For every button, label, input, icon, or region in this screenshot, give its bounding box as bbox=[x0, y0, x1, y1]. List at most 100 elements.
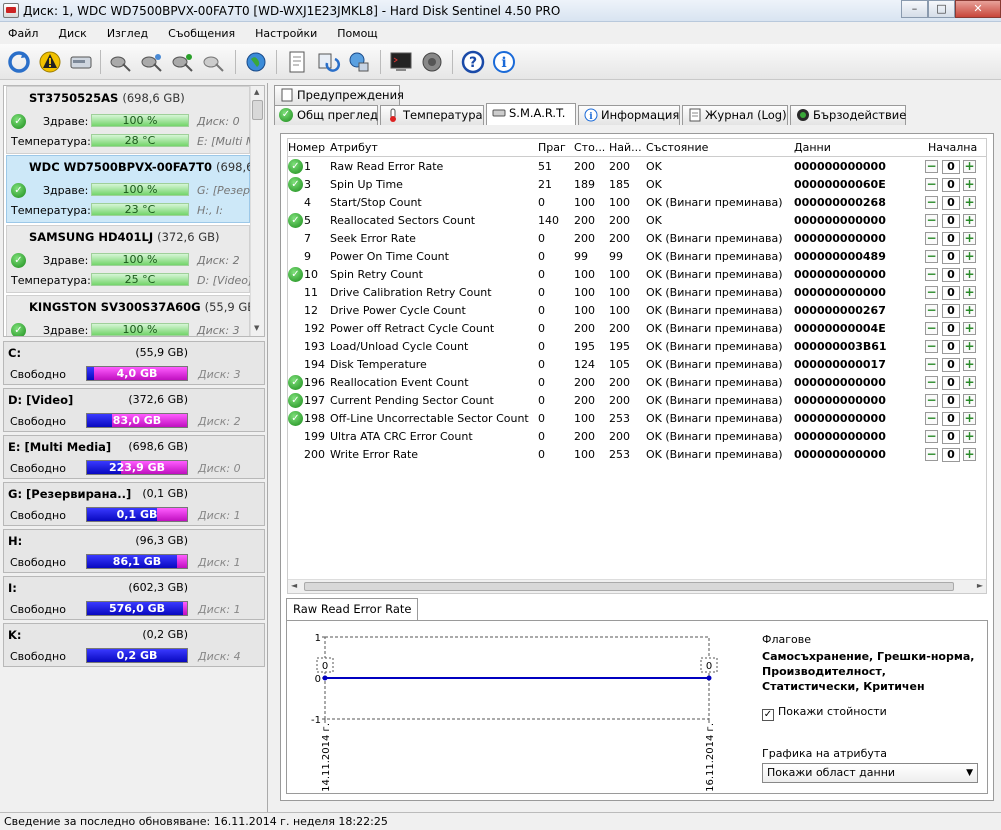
disk-list-scrollbar[interactable]: ▲ ▼ bbox=[250, 86, 264, 336]
increase-button[interactable]: + bbox=[963, 412, 976, 425]
probe-icon[interactable] bbox=[108, 49, 134, 75]
increase-button[interactable]: + bbox=[963, 250, 976, 263]
increase-button[interactable]: + bbox=[963, 196, 976, 209]
table-row[interactable]: 12 Drive Power Cycle Count 0 100 100 OK (Вина… bbox=[288, 302, 986, 320]
tab-info[interactable]: i Информация bbox=[578, 105, 680, 125]
disk-icon[interactable] bbox=[68, 49, 94, 75]
decrease-button[interactable]: − bbox=[925, 322, 938, 335]
scroll-thumb[interactable] bbox=[252, 100, 263, 120]
table-row[interactable]: 11 Drive Calibration Retry Count 0 100 100 OK… bbox=[288, 284, 986, 302]
increase-button[interactable]: + bbox=[963, 160, 976, 173]
baseline-value[interactable]: 0 bbox=[942, 304, 960, 318]
decrease-button[interactable]: − bbox=[925, 430, 938, 443]
decrease-button[interactable]: − bbox=[925, 286, 938, 299]
increase-button[interactable]: + bbox=[963, 232, 976, 245]
decrease-button[interactable]: − bbox=[925, 232, 938, 245]
disk-entry-1[interactable]: WDC WD7500BPVX-00FA7T0 (698,6 GB) ✓ Здра… bbox=[6, 155, 264, 223]
menu-file[interactable]: Файл bbox=[8, 27, 38, 40]
baseline-value[interactable]: 0 bbox=[942, 232, 960, 246]
increase-button[interactable]: + bbox=[963, 214, 976, 227]
col-header-number[interactable]: Номер bbox=[288, 141, 326, 154]
decrease-button[interactable]: − bbox=[925, 178, 938, 191]
decrease-button[interactable]: − bbox=[925, 268, 938, 281]
baseline-value[interactable]: 0 bbox=[942, 268, 960, 282]
scroll-thumb[interactable] bbox=[304, 582, 954, 591]
table-row[interactable]: ✓ 197 Current Pending Sector Count 0 200 200 O… bbox=[288, 392, 986, 410]
baseline-value[interactable]: 0 bbox=[942, 178, 960, 192]
volume-entry-1[interactable]: D: [Video] (372,6 GB) Свободно 83,0 GB Диск:… bbox=[3, 388, 265, 432]
decrease-button[interactable]: − bbox=[925, 394, 938, 407]
tab-performance[interactable]: Бързодействие bbox=[790, 105, 906, 125]
menu-help[interactable]: Помощ bbox=[337, 27, 377, 40]
decrease-button[interactable]: − bbox=[925, 214, 938, 227]
table-row[interactable]: ✓ 1 Raw Read Error Rate 51 200 200 OK 000000000… bbox=[288, 158, 986, 176]
network-icon[interactable] bbox=[346, 49, 372, 75]
probe-refresh-icon[interactable] bbox=[139, 49, 165, 75]
tab-smart[interactable]: S.M.A.R.T. bbox=[486, 103, 576, 125]
increase-button[interactable]: + bbox=[963, 322, 976, 335]
horizontal-scrollbar[interactable]: ◄ ► bbox=[288, 579, 986, 593]
baseline-value[interactable]: 0 bbox=[942, 340, 960, 354]
terminal-icon[interactable] bbox=[388, 49, 414, 75]
baseline-value[interactable]: 0 bbox=[942, 286, 960, 300]
decrease-button[interactable]: − bbox=[925, 358, 938, 371]
menu-messages[interactable]: Съобщения bbox=[168, 27, 235, 40]
decrease-button[interactable]: − bbox=[925, 250, 938, 263]
increase-button[interactable]: + bbox=[963, 340, 976, 353]
table-row[interactable]: 193 Load/Unload Cycle Count 0 195 195 OK (Вин… bbox=[288, 338, 986, 356]
increase-button[interactable]: + bbox=[963, 448, 976, 461]
menu-view[interactable]: Изглед bbox=[107, 27, 148, 40]
col-header-worst[interactable]: Най... bbox=[609, 141, 641, 154]
increase-button[interactable]: + bbox=[963, 286, 976, 299]
table-row[interactable]: ✓ 3 Spin Up Time 21 189 185 OK 00000000060E −0 + bbox=[288, 176, 986, 194]
table-row[interactable]: 7 Seek Error Rate 0 200 200 OK (Винаги премин… bbox=[288, 230, 986, 248]
volume-entry-0[interactable]: C: (55,9 GB) Свободно 4,0 GB Диск: 3 bbox=[3, 341, 265, 385]
baseline-value[interactable]: 0 bbox=[942, 430, 960, 444]
baseline-value[interactable]: 0 bbox=[942, 160, 960, 174]
refresh-icon[interactable] bbox=[6, 49, 32, 75]
tab-log[interactable]: Журнал (Log) bbox=[682, 105, 788, 125]
increase-button[interactable]: + bbox=[963, 178, 976, 191]
tab-overview[interactable]: ✓ Общ преглед bbox=[274, 105, 378, 125]
increase-button[interactable]: + bbox=[963, 430, 976, 443]
increase-button[interactable]: + bbox=[963, 304, 976, 317]
info-icon[interactable]: i bbox=[491, 49, 517, 75]
col-header-attribute[interactable]: Атрибут bbox=[330, 141, 378, 154]
volume-entry-3[interactable]: G: [Резервирана..] (0,1 GB) Свободно 0,1 GB… bbox=[3, 482, 265, 526]
scroll-right-icon[interactable]: ► bbox=[977, 581, 983, 590]
table-row[interactable]: ✓ 10 Spin Retry Count 0 100 100 OK (Винаги пре… bbox=[288, 266, 986, 284]
baseline-value[interactable]: 0 bbox=[942, 196, 960, 210]
table-row[interactable]: ✓ 5 Reallocated Sectors Count 140 200 200 OK 00… bbox=[288, 212, 986, 230]
decrease-button[interactable]: − bbox=[925, 304, 938, 317]
table-row[interactable]: 9 Power On Time Count 0 99 99 OK (Винаги прем… bbox=[288, 248, 986, 266]
sync-icon[interactable] bbox=[315, 49, 341, 75]
disk-entry-0[interactable]: ST3750525AS (698,6 GB) ✓ Здраве: 100 % Д… bbox=[6, 86, 255, 154]
disk-entry-3[interactable]: KINGSTON SV300S37A60G (55,9 GB) ✓ Здраве… bbox=[6, 295, 260, 336]
decrease-button[interactable]: − bbox=[925, 376, 938, 389]
probe-clear-icon[interactable] bbox=[201, 49, 227, 75]
decrease-button[interactable]: − bbox=[925, 448, 938, 461]
show-values-checkbox[interactable]: ✓ Покажи стойности bbox=[762, 705, 887, 721]
checkbox-icon[interactable]: ✓ bbox=[762, 709, 774, 721]
table-row[interactable]: ✓ 198 Off-Line Uncorrectable Sector Count 0… bbox=[288, 410, 986, 428]
close-button[interactable]: ✕ bbox=[955, 0, 1001, 18]
increase-button[interactable]: + bbox=[963, 376, 976, 389]
increase-button[interactable]: + bbox=[963, 394, 976, 407]
scroll-down-icon[interactable]: ▼ bbox=[254, 324, 259, 332]
baseline-value[interactable]: 0 bbox=[942, 394, 960, 408]
baseline-value[interactable]: 0 bbox=[942, 376, 960, 390]
col-header-status[interactable]: Състояние bbox=[646, 141, 708, 154]
table-row[interactable]: 192 Power off Retract Cycle Count 0 200 200 O… bbox=[288, 320, 986, 338]
table-row[interactable]: ✓ 196 Reallocation Event Count 0 200 200 OK (В… bbox=[288, 374, 986, 392]
report-icon[interactable] bbox=[284, 49, 310, 75]
volume-entry-4[interactable]: H: (96,3 GB) Свободно 86,1 GB Диск: 1 bbox=[3, 529, 265, 573]
scroll-up-icon[interactable]: ▲ bbox=[254, 88, 259, 96]
table-row[interactable]: 4 Start/Stop Count 0 100 100 OK (Винаги преми… bbox=[288, 194, 986, 212]
menu-disk[interactable]: Диск bbox=[58, 27, 86, 40]
volume-entry-6[interactable]: K: (0,2 GB) Свободно 0,2 GB Диск: 4 bbox=[3, 623, 265, 667]
tab-warnings[interactable]: Предупреждения bbox=[274, 85, 404, 105]
warning-icon[interactable] bbox=[37, 49, 63, 75]
speaker-icon[interactable] bbox=[419, 49, 445, 75]
globe-icon[interactable] bbox=[243, 49, 269, 75]
help-icon[interactable]: ? bbox=[460, 49, 486, 75]
